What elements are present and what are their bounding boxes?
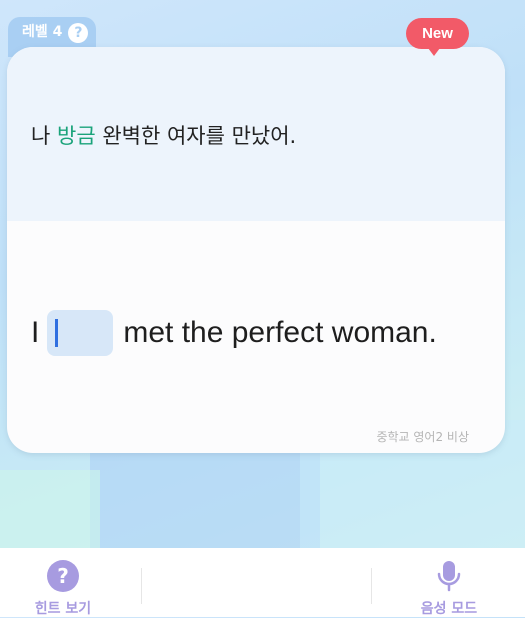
level-label: 레벨 4 <box>22 24 63 40</box>
source-label: 중학교 영어2 비상 <box>376 430 469 444</box>
question-circle-icon: ? <box>47 560 79 592</box>
english-sentence: I met the perfect woman. <box>31 310 437 356</box>
microphone-icon <box>433 560 465 592</box>
voice-mode-button[interactable]: 음성 모드 <box>408 560 490 618</box>
new-badge-label: New <box>422 25 453 42</box>
background-shape <box>0 470 100 560</box>
answer-blank-input[interactable] <box>47 310 114 356</box>
korean-highlight: 방금 <box>57 124 96 148</box>
divider <box>371 568 372 604</box>
text-caret <box>55 319 59 347</box>
voice-label: 음성 모드 <box>420 601 478 617</box>
new-badge: New <box>406 18 469 56</box>
sentence-card: 나 방금 완벽한 여자를 만났어. I met the perfect woma… <box>7 47 505 453</box>
divider <box>141 568 142 604</box>
english-prefix: I <box>31 316 40 349</box>
korean-suffix: 완벽한 여자를 만났어. <box>95 124 297 148</box>
hint-button[interactable]: ? 힌트 보기 <box>22 560 104 618</box>
bottom-bar: ? 힌트 보기 음성 모드 <box>0 548 525 617</box>
hint-label: 힌트 보기 <box>34 601 92 617</box>
background-shape <box>90 440 320 560</box>
level-help-icon[interactable]: ? <box>68 23 89 43</box>
english-suffix: met the perfect woman. <box>123 316 437 349</box>
korean-prefix: 나 <box>31 124 57 148</box>
korean-sentence: 나 방금 완벽한 여자를 만났어. <box>31 120 296 150</box>
